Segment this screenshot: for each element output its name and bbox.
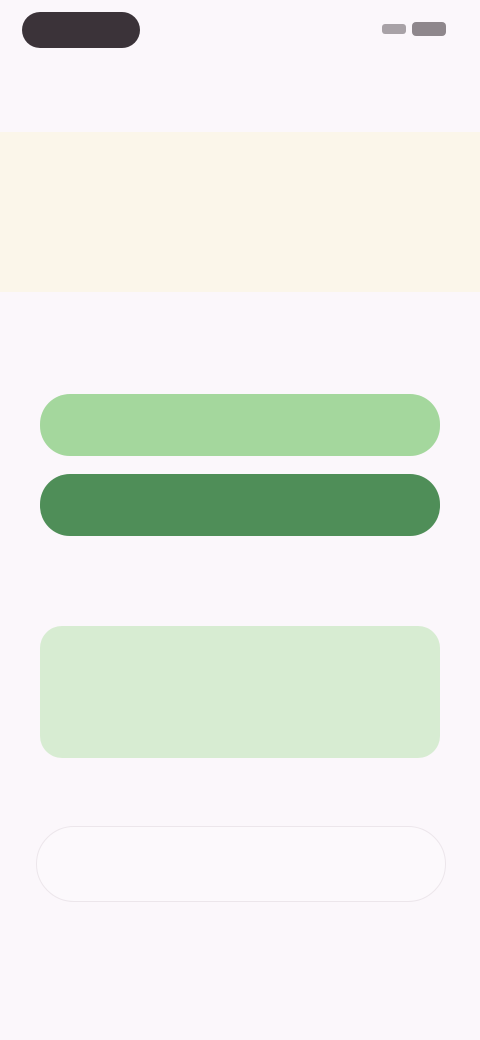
time-pill bbox=[22, 12, 140, 48]
status-icons bbox=[358, 22, 446, 36]
status-bar bbox=[0, 0, 480, 60]
nav-bar bbox=[0, 60, 480, 124]
battery-icon bbox=[412, 22, 446, 36]
details-card bbox=[40, 626, 440, 758]
signal-icon bbox=[382, 24, 406, 34]
option-button-1[interactable] bbox=[40, 394, 440, 456]
option-button-2-selected[interactable] bbox=[40, 474, 440, 536]
primary-action-button[interactable] bbox=[36, 826, 446, 902]
info-banner bbox=[0, 132, 480, 292]
